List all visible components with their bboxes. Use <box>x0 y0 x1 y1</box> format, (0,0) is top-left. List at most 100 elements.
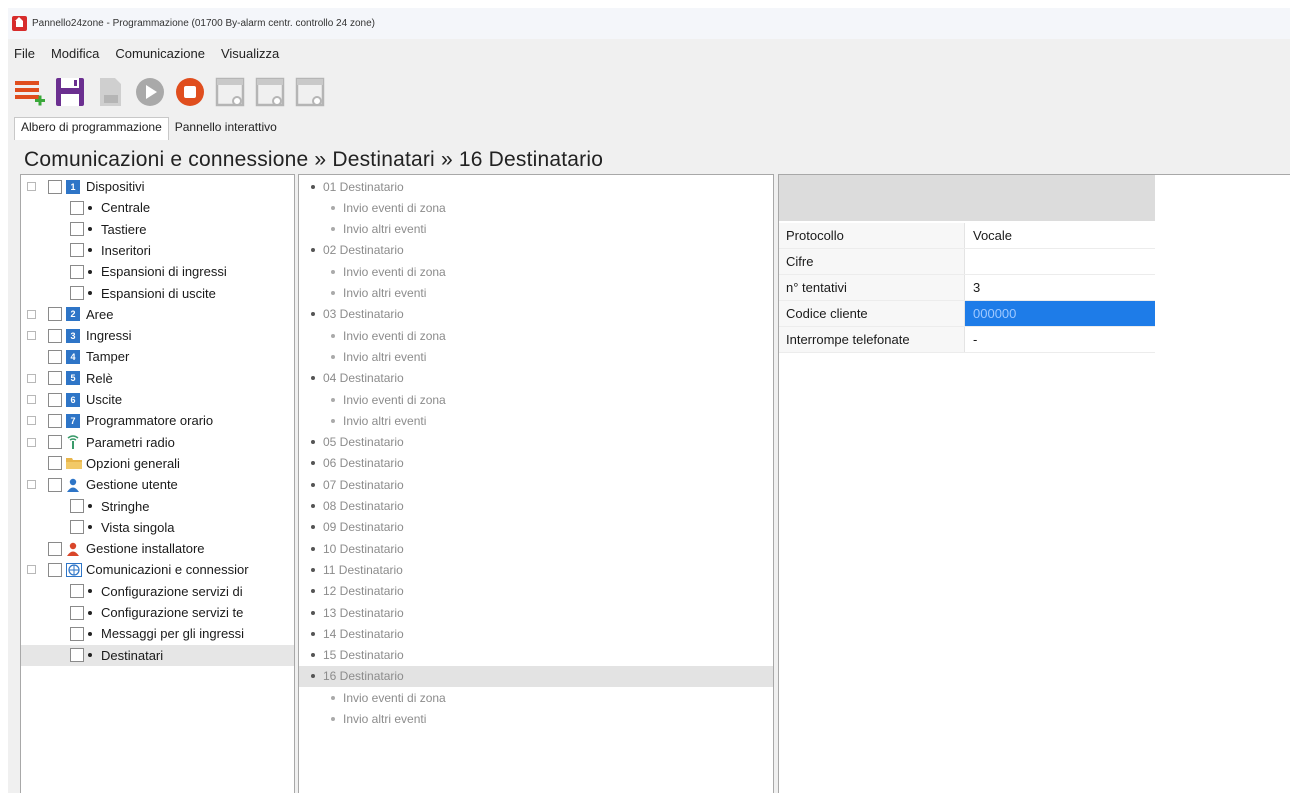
recipient-item[interactable]: 12 Destinatario <box>299 581 773 602</box>
recipient-item[interactable]: 01 Destinatario <box>299 176 773 197</box>
tree-item-rel[interactable]: ⊞ 5 Relè <box>21 368 294 389</box>
expand-icon[interactable]: ⊞ <box>27 373 36 383</box>
recipient-item[interactable]: 14 Destinatario <box>299 623 773 644</box>
expand-icon[interactable]: ⊞ <box>27 331 36 341</box>
tree-item-stringhe[interactable]: Stringhe <box>21 496 294 517</box>
list-add-button[interactable] <box>12 74 48 110</box>
tree-checkbox[interactable] <box>48 456 62 471</box>
window-button-3[interactable] <box>292 74 328 110</box>
property-value-field[interactable]: Vocale <box>964 223 1155 248</box>
tree-item-centrale[interactable]: Centrale <box>21 197 294 218</box>
tree-item-parametri-radio[interactable]: ⊞ Parametri radio <box>21 432 294 453</box>
tree-item-uscite[interactable]: ⊞ 6 Uscite <box>21 389 294 410</box>
tree-item-vista-singola[interactable]: Vista singola <box>21 517 294 538</box>
recipient-item[interactable]: 16 Destinatario <box>299 665 773 687</box>
recipient-item[interactable]: 06 Destinatario <box>299 453 773 474</box>
menu-comunicazione[interactable]: Comunicazione <box>109 46 211 61</box>
tree-checkbox[interactable] <box>70 264 84 279</box>
recipient-item[interactable]: 13 Destinatario <box>299 602 773 623</box>
property-value-field[interactable]: 3 <box>964 275 1155 300</box>
tree-item-gestione-installatore[interactable]: Gestione installatore <box>21 538 294 559</box>
tree-item-configurazione-servizi-di[interactable]: Configurazione servizi di <box>21 581 294 602</box>
recipient-subitem[interactable]: Invio eventi di zona <box>299 261 773 282</box>
tab-pannello-interattivo[interactable]: Pannello interattivo <box>169 118 283 140</box>
recipient-item[interactable]: 07 Destinatario <box>299 474 773 495</box>
recipient-subitem[interactable]: Invio eventi di zona <box>299 325 773 346</box>
recipient-item[interactable]: 05 Destinatario <box>299 432 773 453</box>
tree-checkbox[interactable] <box>48 328 62 343</box>
tree-item-opzioni-generali[interactable]: Opzioni generali <box>21 453 294 474</box>
tree-checkbox[interactable] <box>48 349 62 364</box>
recipient-item[interactable]: 08 Destinatario <box>299 496 773 517</box>
expand-icon[interactable]: ⊞ <box>27 395 36 404</box>
tab-albero-di-programmazione[interactable]: Albero di programmazione <box>14 117 169 140</box>
tree-item-ingressi[interactable]: ⊞ 3 Ingressi <box>21 325 294 346</box>
stop-button[interactable] <box>172 74 208 110</box>
tree-item-configurazione-servizi-te[interactable]: Configurazione servizi te <box>21 602 294 623</box>
tree-item-aree[interactable]: ⊞ 2 Aree <box>21 304 294 325</box>
window-button-1[interactable] <box>212 74 248 110</box>
recipient-item[interactable]: 15 Destinatario <box>299 645 773 666</box>
tree-checkbox[interactable] <box>48 371 62 386</box>
recipient-item[interactable]: 03 Destinatario <box>299 304 773 325</box>
recipient-subitem[interactable]: Invio altri eventi <box>299 709 773 730</box>
tree-checkbox[interactable] <box>48 392 62 407</box>
tree-checkbox[interactable] <box>70 648 84 663</box>
tree-checkbox[interactable] <box>70 243 84 258</box>
recipient-item[interactable]: 04 Destinatario <box>299 368 773 389</box>
recipient-subitem[interactable]: Invio eventi di zona <box>299 197 773 218</box>
collapse-icon[interactable]: ⊟ <box>27 565 36 575</box>
recipient-item[interactable]: 02 Destinatario <box>299 240 773 261</box>
menu-file[interactable]: File <box>8 46 41 61</box>
recipient-subitem[interactable]: Invio altri eventi <box>299 410 773 431</box>
tree-checkbox[interactable] <box>48 562 62 577</box>
tree-checkbox[interactable] <box>48 435 62 450</box>
recipient-item[interactable]: 09 Destinatario <box>299 517 773 538</box>
tree-checkbox[interactable] <box>48 477 62 492</box>
tree-item-tamper[interactable]: 4 Tamper <box>21 346 294 367</box>
tree-item-tastiere[interactable]: Tastiere <box>21 219 294 240</box>
collapse-icon[interactable]: ⊟ <box>27 182 36 191</box>
tree-checkbox[interactable] <box>48 307 62 322</box>
collapse-icon[interactable]: ⊟ <box>27 480 36 490</box>
tree-item-espansioni-di-uscite[interactable]: Espansioni di uscite <box>21 283 294 304</box>
tree-item-espansioni-di-ingressi[interactable]: Espansioni di ingressi <box>21 261 294 282</box>
tree-item-gestione-utente[interactable]: ⊟ Gestione utente <box>21 474 294 495</box>
property-value-field[interactable]: 000000 <box>964 301 1155 326</box>
tree-checkbox[interactable] <box>48 179 62 194</box>
tree-checkbox[interactable] <box>70 626 84 641</box>
recipient-subitem[interactable]: Invio eventi di zona <box>299 687 773 708</box>
tree-item-destinatari[interactable]: Destinatari <box>21 644 294 666</box>
tree-item-comunicazioni-e-connessior[interactable]: ⊟ Comunicazioni e connessior <box>21 559 294 580</box>
recipient-subitem[interactable]: Invio altri eventi <box>299 283 773 304</box>
tree-item-programmatore-orario[interactable]: ⊞ 7 Programmatore orario <box>21 410 294 431</box>
recipient-item[interactable]: 10 Destinatario <box>299 538 773 559</box>
tree-item-dispositivi[interactable]: ⊟ 1 Dispositivi <box>21 176 294 197</box>
tree-checkbox[interactable] <box>70 584 84 599</box>
tree-checkbox[interactable] <box>48 541 62 556</box>
window-button-2[interactable] <box>252 74 288 110</box>
tree-checkbox[interactable] <box>70 499 84 513</box>
tree-checkbox[interactable] <box>70 520 84 535</box>
menu-modifica[interactable]: Modifica <box>45 46 105 61</box>
tree-item-messaggi-per-gli-ingressi[interactable]: Messaggi per gli ingressi <box>21 623 294 644</box>
tree-checkbox[interactable] <box>48 413 62 428</box>
recipient-item[interactable]: 11 Destinatario <box>299 559 773 580</box>
expand-icon[interactable]: ⊞ <box>27 309 36 319</box>
recipient-subitem[interactable]: Invio altri eventi <box>299 346 773 367</box>
property-value-field[interactable] <box>964 249 1155 274</box>
play-button[interactable] <box>132 74 168 110</box>
expand-icon[interactable]: ⊞ <box>27 437 36 447</box>
document-button[interactable] <box>92 74 128 110</box>
save-button[interactable] <box>52 74 88 110</box>
tree-checkbox[interactable] <box>70 222 84 237</box>
expand-icon[interactable]: ⊞ <box>27 416 36 426</box>
tree-checkbox[interactable] <box>70 605 84 620</box>
property-value-field[interactable]: - <box>964 327 1155 352</box>
tree-item-inseritori[interactable]: Inseritori <box>21 240 294 261</box>
tree-checkbox[interactable] <box>70 286 84 300</box>
recipient-subitem[interactable]: Invio eventi di zona <box>299 389 773 410</box>
tree-checkbox[interactable] <box>70 200 84 215</box>
recipient-subitem[interactable]: Invio altri eventi <box>299 219 773 240</box>
menu-visualizza[interactable]: Visualizza <box>215 46 285 61</box>
